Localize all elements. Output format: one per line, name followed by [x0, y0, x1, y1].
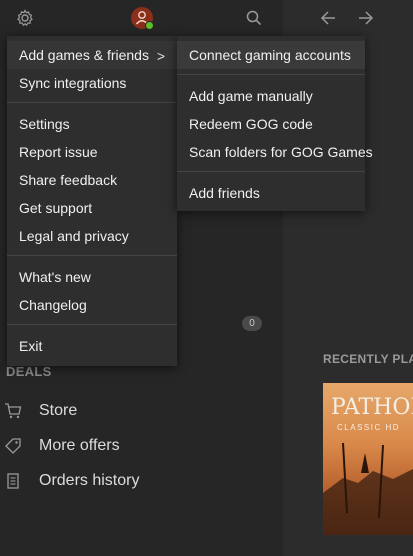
menu-item-label: Redeem GOG code — [189, 116, 313, 132]
sidebar-item-label: More offers — [39, 437, 120, 454]
sidebar-item-label: Orders history — [39, 472, 140, 489]
menu-item-label: Changelog — [19, 297, 87, 313]
menu-divider — [7, 324, 177, 325]
menu-item-label: Add games & friends — [19, 47, 149, 63]
menu-item-whats-new[interactable]: What's new — [7, 263, 177, 291]
search-icon[interactable] — [244, 8, 264, 28]
menu-item-share-feedback[interactable]: Share feedback — [7, 166, 177, 194]
chevron-right-icon: > — [156, 48, 165, 64]
menu-divider — [177, 74, 365, 75]
arrow-right-icon[interactable] — [355, 8, 375, 28]
submenu-item-redeem-gog-code[interactable]: Redeem GOG code — [177, 110, 365, 138]
avatar[interactable] — [131, 7, 154, 30]
online-status-dot — [145, 21, 154, 30]
cart-icon — [5, 403, 22, 419]
sidebar-item-store[interactable]: Store — [0, 396, 283, 426]
menu-item-label: Share feedback — [19, 172, 118, 188]
game-cover[interactable]: PATHOLOGI CLASSIC HD — [323, 383, 413, 535]
submenu-item-add-game-manually[interactable]: Add game manually — [177, 82, 365, 110]
top-bar — [0, 0, 283, 36]
menu-item-changelog[interactable]: Changelog — [7, 291, 177, 319]
submenu-item-add-friends[interactable]: Add friends — [177, 179, 365, 207]
menu-item-label: Add game manually — [189, 88, 313, 104]
menu-item-label: Connect gaming accounts — [189, 47, 351, 63]
receipt-icon — [7, 473, 19, 489]
menu-item-label: Exit — [19, 338, 43, 354]
menu-item-label: What's new — [19, 269, 91, 285]
menu-item-add-games-friends[interactable]: Add games & friends > — [7, 41, 177, 69]
menu-item-report-issue[interactable]: Report issue — [7, 138, 177, 166]
game-cover-art — [323, 442, 413, 535]
menu-item-label: Scan folders for GOG Games — [189, 144, 373, 160]
menu-item-label: Add friends — [189, 185, 260, 201]
arrow-left-icon[interactable] — [319, 8, 339, 28]
submenu-item-connect-gaming-accounts[interactable]: Connect gaming accounts — [177, 41, 365, 69]
sidebar-item-orders-history[interactable]: Orders history — [0, 466, 283, 496]
count-badge: 0 — [242, 316, 262, 331]
gear-icon[interactable] — [15, 8, 35, 28]
submenu-item-scan-folders[interactable]: Scan folders for GOG Games — [177, 138, 373, 166]
deals-section-label: DEALS — [6, 364, 52, 379]
menu-item-label: Legal and privacy — [19, 228, 129, 244]
menu-divider — [7, 255, 177, 256]
menu-item-exit[interactable]: Exit — [7, 332, 177, 360]
recently-played-label: RECENTLY PLA — [323, 352, 413, 366]
menu-item-legal-privacy[interactable]: Legal and privacy — [7, 222, 177, 250]
menu-item-label: Sync integrations — [19, 75, 127, 91]
sidebar-item-label: Store — [39, 402, 78, 419]
menu-item-label: Settings — [19, 116, 70, 132]
menu-item-label: Get support — [19, 200, 93, 216]
menu-item-settings[interactable]: Settings — [7, 110, 177, 138]
menu-item-get-support[interactable]: Get support — [7, 194, 177, 222]
tag-icon — [5, 438, 21, 454]
menu-divider — [177, 171, 365, 172]
sidebar-item-more-offers[interactable]: More offers — [0, 431, 283, 461]
menu-item-sync-integrations[interactable]: Sync integrations — [7, 69, 177, 97]
menu-item-label: Report issue — [19, 144, 98, 160]
menu-divider — [7, 102, 177, 103]
add-games-submenu: Connect gaming accounts Add game manuall… — [177, 36, 373, 211]
settings-menu: Add games & friends > Sync integrations … — [7, 36, 177, 366]
